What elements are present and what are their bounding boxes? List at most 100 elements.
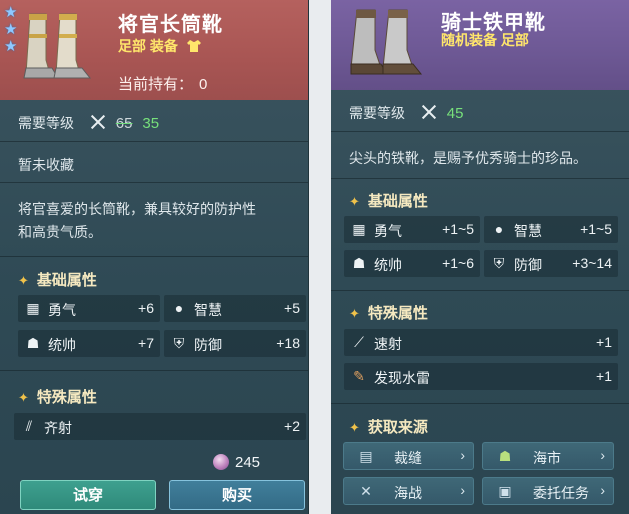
divider [0, 182, 308, 183]
divider [331, 131, 629, 132]
stat-defense: ⛨ 防御 +3~14 [484, 250, 618, 277]
stat-name: 统帅 [374, 257, 402, 273]
basic-attributes-label: 基础属性 [36, 272, 97, 289]
stat-name: 发现水雷 [374, 370, 430, 386]
sparkle-icon: ✦ [18, 390, 29, 405]
sparkle-icon: ✦ [349, 194, 360, 209]
wisdom-icon: ● [494, 221, 504, 237]
source-naval-battle-button[interactable]: ✕ 海战 › [343, 477, 474, 505]
level-requirement: 需要等级 45 [349, 103, 463, 123]
shirt-icon [186, 40, 201, 52]
source-market-button[interactable]: ☗ 海市 › [482, 442, 614, 470]
item-header: 骑士铁甲靴 随机装备 足部 [331, 0, 629, 90]
command-icon: ☗ [26, 335, 40, 351]
commission-icon: ▣ [498, 483, 512, 499]
stat-wisdom: ● 智慧 +1~5 [484, 216, 618, 243]
buy-button[interactable]: 购买 [169, 480, 305, 510]
price-value: 245 [235, 454, 261, 471]
level-requirement: 需要等级 65 35 [18, 113, 159, 133]
rapid-fire-icon: ⟋ [354, 334, 364, 350]
iron-boots-icon [350, 9, 423, 75]
owned-count: 当前持有： 0 [118, 73, 207, 94]
stat-value: +1 [596, 368, 612, 384]
level-label: 需要等级 [18, 115, 74, 131]
stat-value: +1~5 [580, 221, 612, 237]
item-tags-label: 足部 装备 [118, 38, 178, 54]
stat-name: 勇气 [48, 302, 76, 318]
divider [0, 256, 308, 257]
stat-value: +2 [284, 418, 300, 434]
stat-rapid-fire: ⟋ 速射 +1 [344, 329, 618, 356]
courage-icon: ▦ [352, 221, 366, 237]
stat-value: +18 [276, 335, 300, 351]
owned-label: 当前持有： [118, 76, 194, 93]
source-label: 海市 [533, 450, 561, 466]
stat-name: 防御 [194, 337, 222, 353]
special-attributes-title: ✦ 特殊属性 [349, 302, 428, 323]
item-tags: 随机装备 足部 [441, 32, 529, 48]
stat-name: 速射 [374, 336, 402, 352]
tailor-icon: ▤ [359, 448, 373, 464]
stat-command: ☗ 统帅 +1~6 [344, 250, 480, 277]
stat-command: ☗ 统帅 +7 [18, 330, 160, 357]
source-title: ✦ 获取来源 [349, 416, 428, 437]
stat-value: +7 [138, 335, 154, 351]
stat-value: +6 [138, 300, 154, 316]
item-tags: 足部 装备 [118, 36, 202, 56]
special-attributes-title: ✦ 特殊属性 [18, 386, 97, 407]
market-icon: ☗ [498, 448, 512, 464]
level-old: 65 [115, 115, 133, 132]
stat-defense: ⛨ 防御 +18 [164, 330, 306, 357]
level-value: 45 [446, 105, 464, 122]
stat-value: +5 [284, 300, 300, 316]
level-new: 35 [142, 115, 160, 132]
mine-detect-icon: ✎ [353, 368, 365, 384]
special-attributes-label: 特殊属性 [36, 389, 97, 406]
chevron-right-icon: › [460, 447, 465, 463]
stat-value: +1~5 [442, 221, 474, 237]
item-header: ★ ★ ★ 将官长筒靴 足部 装备 当前持有： 0 [0, 0, 308, 100]
defense-icon: ⛨ [173, 335, 185, 351]
stat-wisdom: ● 智慧 +5 [164, 295, 306, 322]
wisdom-icon: ● [174, 300, 184, 316]
item-description-line1: 将官喜爱的长筒靴，兼具较好的防护性 [18, 201, 256, 217]
stat-courage: ▦ 勇气 +6 [18, 295, 160, 322]
source-label: 海战 [394, 485, 422, 501]
chevron-right-icon: › [600, 482, 605, 498]
level-label: 需要等级 [349, 105, 405, 121]
item-name: 将官长筒靴 [118, 14, 223, 36]
stat-name: 统帅 [48, 337, 76, 353]
stat-mine-detect: ✎ 发现水雷 +1 [344, 363, 618, 390]
special-attributes-label: 特殊属性 [367, 305, 428, 322]
divider [331, 403, 629, 404]
stat-name: 智慧 [514, 223, 542, 239]
basic-attributes-title: ✦ 基础属性 [349, 190, 428, 211]
stat-courage: ▦ 勇气 +1~5 [344, 216, 480, 243]
crossed-swords-icon [421, 104, 437, 120]
item-detail-card-right: 骑士铁甲靴 随机装备 足部 需要等级 45 尖头的铁靴，是赐予优秀骑士的珍品。 … [331, 0, 629, 514]
stat-name: 智慧 [194, 302, 222, 318]
try-on-button[interactable]: 试穿 [20, 480, 156, 510]
item-description: 尖头的铁靴，是赐予优秀骑士的珍品。 [349, 150, 587, 166]
sparkle-icon: ✦ [349, 306, 360, 321]
shell-currency-icon [213, 454, 229, 470]
command-icon: ☗ [352, 255, 366, 271]
stat-value: +1 [596, 334, 612, 350]
sparkle-icon: ✦ [349, 420, 360, 435]
source-tailor-button[interactable]: ▤ 裁缝 › [343, 442, 474, 470]
source-title-label: 获取来源 [367, 419, 428, 436]
source-commission-button[interactable]: ▣ 委托任务 › [482, 477, 614, 505]
chevron-right-icon: › [600, 447, 605, 463]
stat-value: +1~6 [442, 255, 474, 271]
owned-value: 0 [199, 76, 208, 93]
divider [0, 370, 308, 371]
source-label: 委托任务 [533, 485, 589, 501]
basic-attributes-title: ✦ 基础属性 [18, 269, 97, 290]
item-description-line2: 和高贵气质。 [18, 224, 102, 240]
divider [331, 290, 629, 291]
divider [331, 178, 629, 179]
volley-icon: ⫽ [25, 418, 33, 434]
collect-status: 暂未收藏 [18, 157, 74, 173]
stat-volley: ⫽ 齐射 +2 [14, 413, 306, 440]
basic-attributes-label: 基础属性 [367, 193, 428, 210]
